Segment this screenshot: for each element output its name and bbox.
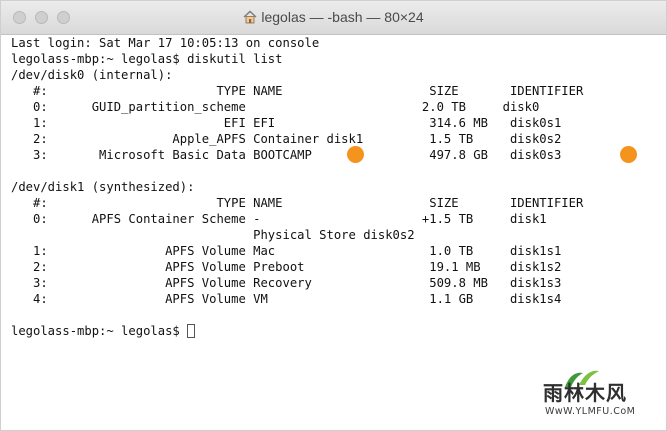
terminal-line: 2: Apple_APFS Container disk1 1.5 TB dis… — [11, 132, 562, 146]
terminal-line: 2: APFS Volume Preboot 19.1 MB disk1s2 — [11, 260, 562, 274]
terminal-line: 0: APFS Container Scheme - +1.5 TB disk1 — [11, 212, 547, 226]
terminal-line: Last login: Sat Mar 17 10:05:13 on conso… — [11, 36, 320, 50]
terminal-output[interactable]: Last login: Sat Mar 17 10:05:13 on conso… — [11, 35, 656, 339]
terminal-line: 0: GUID_partition_scheme 2.0 TB disk0 — [11, 100, 540, 114]
terminal-line: Physical Store disk0s2 — [11, 228, 415, 242]
prompt-text: legolass-mbp:~ legolas$ — [11, 324, 188, 338]
terminal-line: #: TYPE NAME SIZE IDENTIFIER — [11, 196, 584, 210]
terminal-line: #: TYPE NAME SIZE IDENTIFIER — [11, 84, 584, 98]
window-title-text: legolas — -bash — 80×24 — [261, 9, 424, 25]
watermark-logo: 雨林木风 WwW.YLMFU.CoM — [537, 367, 663, 428]
terminal-line: 1: APFS Volume Mac 1.0 TB disk1s1 — [11, 244, 562, 258]
prompt-line[interactable]: legolass-mbp:~ legolas$ — [11, 323, 656, 339]
terminal-line: 4: APFS Volume VM 1.1 GB disk1s4 — [11, 292, 562, 306]
terminal-window: legolas — -bash — 80×24 Last login: Sat … — [0, 0, 667, 431]
terminal-line: /dev/disk1 (synthesized): — [11, 180, 195, 194]
watermark-text: 雨林木风 — [543, 381, 627, 405]
title-bar[interactable]: legolas — -bash — 80×24 — [1, 1, 666, 35]
terminal-line: 3: APFS Volume Recovery 509.8 MB disk1s3 — [11, 276, 562, 290]
terminal-line: 1: EFI EFI 314.6 MB disk0s1 — [11, 116, 562, 130]
terminal-line: legolass-mbp:~ legolas$ diskutil list — [11, 52, 283, 66]
terminal-line: 3: Microsoft Basic Data BOOTCAMP 497.8 G… — [11, 148, 562, 162]
terminal-line: /dev/disk0 (internal): — [11, 68, 173, 82]
home-icon — [243, 10, 257, 24]
watermark-url: WwW.YLMFU.CoM — [545, 406, 636, 417]
text-cursor — [187, 324, 196, 338]
window-title: legolas — -bash — 80×24 — [1, 9, 666, 25]
highlight-marker — [620, 146, 637, 163]
highlight-marker — [347, 146, 364, 163]
